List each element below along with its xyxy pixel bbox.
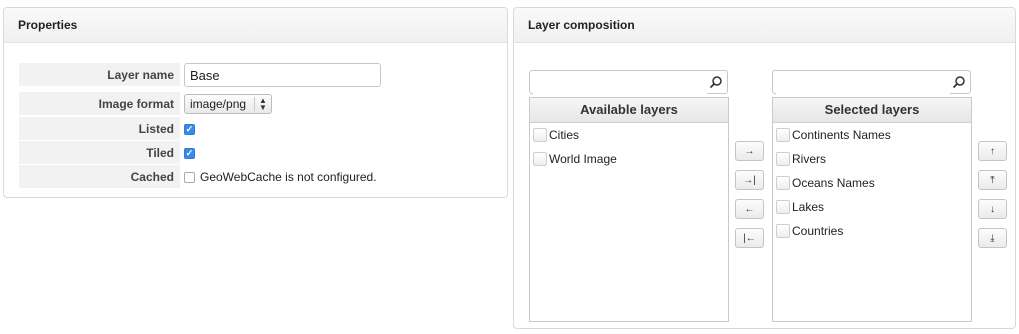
selected-layers-list: Selected layers Continents Names Rivers … bbox=[772, 97, 972, 322]
list-item[interactable]: Oceans Names bbox=[773, 171, 971, 195]
properties-panel: Properties Layer name Image format image… bbox=[3, 7, 508, 198]
list-item[interactable]: Cities bbox=[530, 123, 728, 147]
move-up-button[interactable]: ↑ bbox=[978, 141, 1007, 161]
tiled-label: Tiled bbox=[19, 141, 180, 165]
layer-name-label: Layer name bbox=[19, 63, 180, 87]
image-format-value: image/png bbox=[190, 97, 247, 111]
available-layers-header: Available layers bbox=[530, 98, 728, 123]
selected-layers-header: Selected layers bbox=[773, 98, 971, 123]
image-format-row: Image format image/png ▲ ▼ bbox=[19, 92, 491, 116]
item-checkbox[interactable] bbox=[776, 200, 790, 214]
listed-label: Listed bbox=[19, 117, 180, 141]
properties-title: Properties bbox=[4, 8, 507, 43]
item-checkbox[interactable] bbox=[776, 128, 790, 142]
move-to-top-button[interactable]: ⤒ bbox=[978, 170, 1007, 190]
add-selected-button[interactable]: → bbox=[735, 141, 764, 161]
list-item-label: Oceans Names bbox=[792, 176, 875, 190]
list-item[interactable]: Lakes bbox=[773, 195, 971, 219]
list-item[interactable]: World Image bbox=[530, 147, 728, 171]
item-checkbox[interactable] bbox=[776, 224, 790, 238]
layer-name-row: Layer name bbox=[19, 63, 491, 87]
move-down-button[interactable]: ↓ bbox=[978, 199, 1007, 219]
cached-label: Cached bbox=[19, 165, 180, 189]
cached-row: Cached GeoWebCache is not configured. bbox=[19, 165, 491, 189]
list-item-label: Rivers bbox=[792, 152, 827, 166]
move-to-bottom-button[interactable]: ⤓ bbox=[978, 228, 1007, 248]
list-item[interactable]: Countries bbox=[773, 219, 971, 243]
available-search-box bbox=[529, 70, 728, 94]
item-checkbox[interactable] bbox=[776, 176, 790, 190]
list-item-label: Lakes bbox=[792, 200, 825, 214]
remove-all-button[interactable]: |← bbox=[735, 228, 764, 248]
image-format-label: Image format bbox=[19, 92, 180, 116]
search-icon[interactable] bbox=[709, 75, 723, 89]
selected-search-box bbox=[772, 70, 971, 94]
select-arrows-icon: ▲ ▼ bbox=[254, 97, 267, 112]
available-search-input[interactable] bbox=[533, 72, 707, 94]
list-item-label: World Image bbox=[549, 152, 617, 166]
remove-selected-button[interactable]: ← bbox=[735, 199, 764, 219]
item-checkbox[interactable] bbox=[533, 128, 547, 142]
available-layers-list: Available layers Cities World Image bbox=[529, 97, 729, 322]
cached-status-text: GeoWebCache is not configured. bbox=[200, 170, 377, 184]
listed-row: Listed ✓ bbox=[19, 117, 491, 141]
search-icon[interactable] bbox=[952, 75, 966, 89]
tiled-checkbox[interactable]: ✓ bbox=[184, 147, 195, 159]
layer-composition-title: Layer composition bbox=[514, 8, 1015, 43]
list-item[interactable]: Continents Names bbox=[773, 123, 971, 147]
tiled-row: Tiled ✓ bbox=[19, 141, 491, 165]
list-item-label: Cities bbox=[549, 128, 580, 142]
list-item[interactable]: Rivers bbox=[773, 147, 971, 171]
cached-checkbox[interactable] bbox=[184, 171, 195, 183]
layer-composition-panel: Layer composition Available layers Citie… bbox=[513, 7, 1016, 329]
list-item-label: Continents Names bbox=[792, 128, 891, 142]
item-checkbox[interactable] bbox=[533, 152, 547, 166]
item-checkbox[interactable] bbox=[776, 152, 790, 166]
image-format-select[interactable]: image/png ▲ ▼ bbox=[184, 94, 272, 114]
add-all-button[interactable]: →| bbox=[735, 170, 764, 190]
layer-name-input[interactable] bbox=[184, 63, 381, 87]
selected-search-input[interactable] bbox=[776, 72, 950, 94]
list-item-label: Countries bbox=[792, 224, 844, 238]
listed-checkbox[interactable]: ✓ bbox=[184, 123, 195, 135]
